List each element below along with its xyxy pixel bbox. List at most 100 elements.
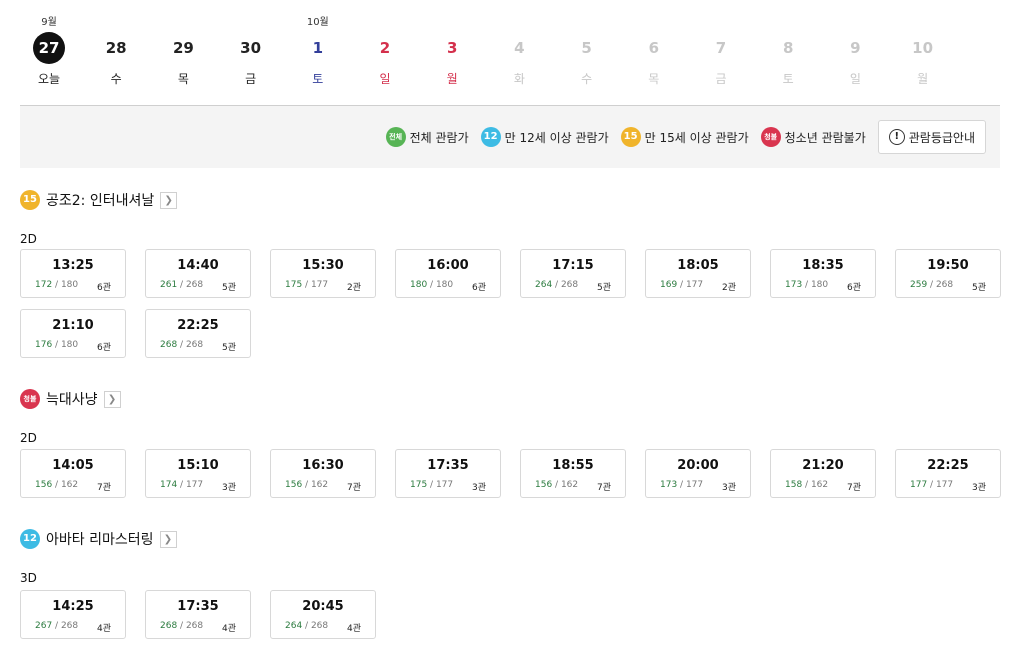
chevron-right-icon[interactable]: ❯: [103, 390, 121, 408]
legend-label: 전체 관람가: [409, 130, 469, 145]
showtime-slot[interactable]: 14:40 261 / 268 5관: [145, 249, 251, 298]
showtime-time: 19:50: [927, 258, 969, 273]
showtime-slot[interactable]: 17:15 264 / 268 5관: [520, 249, 626, 298]
seat-count: 156 / 162: [285, 480, 328, 490]
showtime-slot[interactable]: 18:55 156 / 162 7관: [520, 449, 626, 498]
remaining-seats: 156: [535, 480, 553, 490]
day-number: 2: [379, 39, 391, 57]
chevron-right-icon[interactable]: ❯: [159, 530, 177, 548]
remaining-seats: 176: [35, 340, 53, 350]
showtime-slot[interactable]: 22:25 177 / 177 3관: [895, 449, 1001, 498]
hall-label: 6관: [96, 283, 111, 293]
seat-separator: /: [177, 340, 186, 350]
hall-label: 7관: [846, 483, 861, 493]
remaining-seats: 259: [910, 280, 928, 290]
date-item[interactable]: 9월 27 오늘: [19, 14, 79, 88]
showtime-time: 17:35: [427, 458, 469, 473]
seat-count: 177 / 177: [910, 480, 953, 490]
showtime-slot[interactable]: 21:10 176 / 180 6관: [20, 309, 126, 358]
hall-label: 5관: [221, 283, 236, 293]
showtime-time: 20:00: [677, 458, 719, 473]
date-item[interactable]: 30 금: [221, 14, 281, 88]
rating-badge-icon: 전체: [385, 127, 406, 147]
day-number: 30: [240, 39, 262, 57]
seat-separator: /: [802, 480, 811, 490]
rating-guide-button[interactable]: ! 관람등급안내: [877, 120, 986, 154]
seat-separator: /: [427, 280, 436, 290]
showtime-slot[interactable]: 17:35 175 / 177 3관: [395, 449, 501, 498]
total-seats: 268: [185, 621, 204, 631]
rating-badge-icon: 12: [480, 127, 501, 147]
weekday-label: 토: [782, 72, 794, 86]
showtime-slot[interactable]: 13:25 172 / 180 6관: [20, 249, 126, 298]
month-label: [86, 14, 146, 32]
date-item: 4화: [489, 14, 549, 88]
showtime-time: 14:05: [52, 458, 94, 473]
showtime-slot[interactable]: 16:30 156 / 162 7관: [270, 449, 376, 498]
hall-label: 7관: [96, 483, 111, 493]
seat-separator: /: [427, 480, 436, 490]
remaining-seats: 175: [285, 280, 303, 290]
showtime-slot[interactable]: 20:00 173 / 177 3관: [645, 449, 751, 498]
date-item: 9일: [825, 14, 885, 88]
seat-count: 174 / 177: [160, 480, 203, 490]
weekday-label: 화: [513, 72, 525, 86]
month-label: [355, 14, 415, 32]
movie-title[interactable]: 청불 늑대사냥 ❯: [20, 389, 121, 409]
seat-count: 268 / 268: [160, 621, 203, 631]
day-number: 28: [105, 39, 127, 57]
showtime-time: 15:10: [177, 458, 219, 473]
showtime-slot[interactable]: 14:05 156 / 162 7관: [20, 449, 126, 498]
date-item[interactable]: 10월 1 토: [288, 14, 348, 88]
hall-label: 3관: [471, 483, 486, 493]
weekday-label: 금: [245, 72, 257, 86]
legend-label: 청소년 관람불가: [784, 130, 866, 145]
hall-label: 6관: [846, 283, 861, 293]
seat-count: 176 / 180: [35, 340, 78, 350]
screen-format: 2D: [20, 431, 37, 445]
date-item[interactable]: 29 목: [153, 14, 213, 88]
day-number: 1: [312, 39, 324, 57]
showtime-slot[interactable]: 19:50 259 / 268 5관: [895, 249, 1001, 298]
chevron-right-icon[interactable]: ❯: [160, 191, 178, 209]
date-selector: 9월 27 오늘 28 수 29 목 30 금 10월 1 토 2 일 3 월 4 화 5 수 6 목 7 금 8 토 9 일 10 월: [20, 14, 1000, 106]
showtime-slot[interactable]: 14:25 267 / 268 4관: [20, 590, 126, 639]
seat-separator: /: [802, 280, 811, 290]
date-item[interactable]: 3월: [422, 14, 482, 88]
showtime-slot[interactable]: 18:35 173 / 180 6관: [770, 249, 876, 298]
remaining-seats: 267: [35, 621, 53, 631]
total-seats: 177: [185, 480, 204, 490]
showtime-slot[interactable]: 20:45 264 / 268 4관: [270, 590, 376, 639]
showtime-time: 18:05: [677, 258, 719, 273]
seat-separator: /: [52, 621, 61, 631]
date-item: 6목: [624, 14, 684, 88]
rating-badge-icon: 12: [20, 529, 40, 549]
weekday-label: 일: [379, 72, 391, 86]
showtime-slot[interactable]: 21:20 158 / 162 7관: [770, 449, 876, 498]
remaining-seats: 264: [535, 280, 553, 290]
rating-legend: 전체 전체 관람가 12 만 12세 이상 관람가 15 만 15세 이상 관람가 청불 청소…: [20, 106, 1000, 168]
date-item: 7금: [691, 14, 751, 88]
seat-count: 259 / 268: [910, 280, 953, 290]
seat-count: 264 / 268: [285, 621, 328, 631]
legend-label: 만 15세 이상 관람가: [644, 130, 749, 145]
hall-label: 2관: [346, 283, 361, 293]
weekday-label: 목: [177, 72, 189, 86]
showtime-slot[interactable]: 15:10 174 / 177 3관: [145, 449, 251, 498]
showtime-slot[interactable]: 17:35 268 / 268 4관: [145, 590, 251, 639]
seat-separator: /: [177, 480, 186, 490]
hall-label: 3관: [721, 483, 736, 493]
movie-title[interactable]: 12 아바타 리마스터링 ❯: [20, 529, 177, 549]
showtime-slot[interactable]: 15:30 175 / 177 2관: [270, 249, 376, 298]
date-item[interactable]: 28 수: [86, 14, 146, 88]
date-item[interactable]: 2일: [355, 14, 415, 88]
day-number: 10: [912, 39, 934, 57]
movie-title-text: 공조2: 인터내셔날: [46, 193, 155, 209]
showtime-slot[interactable]: 22:25 268 / 268 5관: [145, 309, 251, 358]
total-seats: 162: [310, 480, 329, 490]
showtime-slot[interactable]: 16:00 180 / 180 6관: [395, 249, 501, 298]
movie-title[interactable]: 15 공조2: 인터내셔날 ❯: [20, 190, 178, 210]
hall-label: 3관: [221, 483, 236, 493]
total-seats: 162: [60, 480, 79, 490]
showtime-slot[interactable]: 18:05 169 / 177 2관: [645, 249, 751, 298]
